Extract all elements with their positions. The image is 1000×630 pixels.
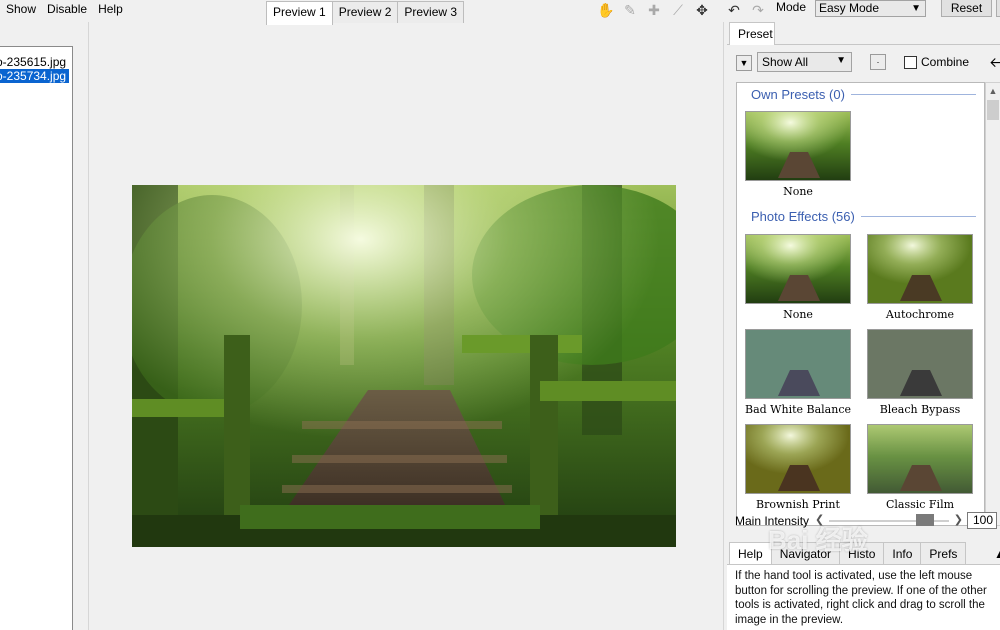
preset-label: Autochrome xyxy=(885,308,955,321)
extra-button[interactable] xyxy=(996,0,1000,17)
preset-thumb[interactable] xyxy=(745,424,851,494)
mode-label: Mode xyxy=(776,0,807,14)
preset-scrollbar[interactable]: ▲ ▼ xyxy=(985,82,1000,526)
menu-show[interactable]: Show xyxy=(0,0,41,20)
section-title: Photo Effects (56) xyxy=(751,209,855,224)
preset-label: Brownish Print xyxy=(756,498,840,511)
show-value: Show All xyxy=(762,55,809,69)
section-rule xyxy=(860,216,976,217)
preset-label: Bleach Bypass xyxy=(879,403,961,416)
section-rule xyxy=(850,94,976,95)
menu-down-button[interactable]: ▼ xyxy=(736,55,752,71)
tab-info[interactable]: Info xyxy=(883,542,922,564)
slider-knob[interactable] xyxy=(915,514,934,526)
chevron-down-icon: ▼ xyxy=(836,55,846,66)
crosshair-icon[interactable]: ✚ xyxy=(644,1,664,19)
preset-thumb[interactable] xyxy=(867,329,973,399)
file-item-selected[interactable]: o-235734.jpg xyxy=(0,69,69,83)
redo-icon[interactable]: ↷ xyxy=(748,1,768,19)
preview-tabs: Preview 1 Preview 2 Preview 3 xyxy=(266,1,465,25)
chevron-down-icon: ▼ xyxy=(911,3,921,14)
bottom-tabs: Help Navigator Histo Info Prefs xyxy=(729,542,967,564)
preset-thumb[interactable] xyxy=(745,234,851,304)
preset-label: Bad White Balance xyxy=(745,403,851,416)
mode-select[interactable]: Easy Mode ▼ xyxy=(815,0,926,17)
help-text: If the hand tool is activated, use the l… xyxy=(727,564,1000,630)
preset-thumb[interactable] xyxy=(867,424,973,494)
brush-icon[interactable]: ⟋ xyxy=(668,1,688,19)
combine-toggle[interactable]: Combine xyxy=(904,55,969,69)
tab-preview-2[interactable]: Preview 2 xyxy=(331,1,399,23)
preset-thumb[interactable] xyxy=(745,111,851,181)
tool-bar: ✋ ✎ ✚ ⟋ ✥ ↶ ↷ xyxy=(596,0,768,20)
menu-bar: Show Disable Help xyxy=(0,0,128,20)
dot-button[interactable]: · xyxy=(870,54,886,70)
combine-checkbox[interactable] xyxy=(904,55,917,69)
mode-value: Easy Mode xyxy=(819,1,880,15)
preset-label: None xyxy=(783,308,813,321)
menu-disable[interactable]: Disable xyxy=(41,0,92,20)
intensity-value-field[interactable]: 100 xyxy=(967,512,997,529)
reset-button[interactable]: Reset xyxy=(941,0,992,17)
arrow-left-icon[interactable]: 🡐 xyxy=(989,54,1000,71)
preset-list: Own Presets (0) None Photo Effects (56) … xyxy=(736,82,985,526)
scroll-thumb[interactable] xyxy=(987,100,999,120)
intensity-label: Main Intensity xyxy=(735,514,810,528)
arrow-up-icon[interactable]: ▲ xyxy=(994,547,1000,561)
forest-photo xyxy=(132,185,676,547)
section-header: Own Presets (0) xyxy=(751,87,976,102)
show-select[interactable]: Show All ▼ xyxy=(757,52,852,72)
tab-preview-1[interactable]: Preview 1 xyxy=(266,1,333,25)
preview-image[interactable] xyxy=(132,185,676,547)
combine-label: Combine xyxy=(921,55,970,69)
file-list: o-235615.jpg o-235734.jpg xyxy=(0,46,73,630)
file-item[interactable]: o-235615.jpg xyxy=(0,55,72,69)
tab-help[interactable]: Help xyxy=(729,542,772,564)
preset-thumb[interactable] xyxy=(745,329,851,399)
section-title: Own Presets (0) xyxy=(751,87,845,102)
chevron-left-icon[interactable]: ❮ xyxy=(815,513,824,526)
move-arrows-icon[interactable]: ✥ xyxy=(692,1,712,19)
tab-preview-3[interactable]: Preview 3 xyxy=(397,1,465,23)
undo-icon[interactable]: ↶ xyxy=(724,1,744,19)
right-panel: Preset ▼ Show All ▼ · Combine 🡐 Own Pres… xyxy=(727,22,1000,630)
tab-histo[interactable]: Histo xyxy=(839,542,885,564)
preset-thumb[interactable] xyxy=(867,234,973,304)
eyedropper-icon[interactable]: ✎ xyxy=(620,1,640,19)
chevron-up-icon[interactable]: ▲ xyxy=(986,84,1000,98)
preset-label: Classic Film xyxy=(885,498,955,511)
chevron-right-icon[interactable]: ❯ xyxy=(954,513,963,526)
preset-label: None xyxy=(783,185,813,198)
section-header: Photo Effects (56) xyxy=(751,209,976,224)
intensity-slider[interactable]: ❮ ❯ xyxy=(815,514,963,528)
hand-icon[interactable]: ✋ xyxy=(596,1,616,19)
menu-help[interactable]: Help xyxy=(92,0,128,20)
tab-preset[interactable]: Preset xyxy=(729,22,775,45)
tab-navigator[interactable]: Navigator xyxy=(770,542,841,564)
tab-prefs[interactable]: Prefs xyxy=(920,542,967,564)
